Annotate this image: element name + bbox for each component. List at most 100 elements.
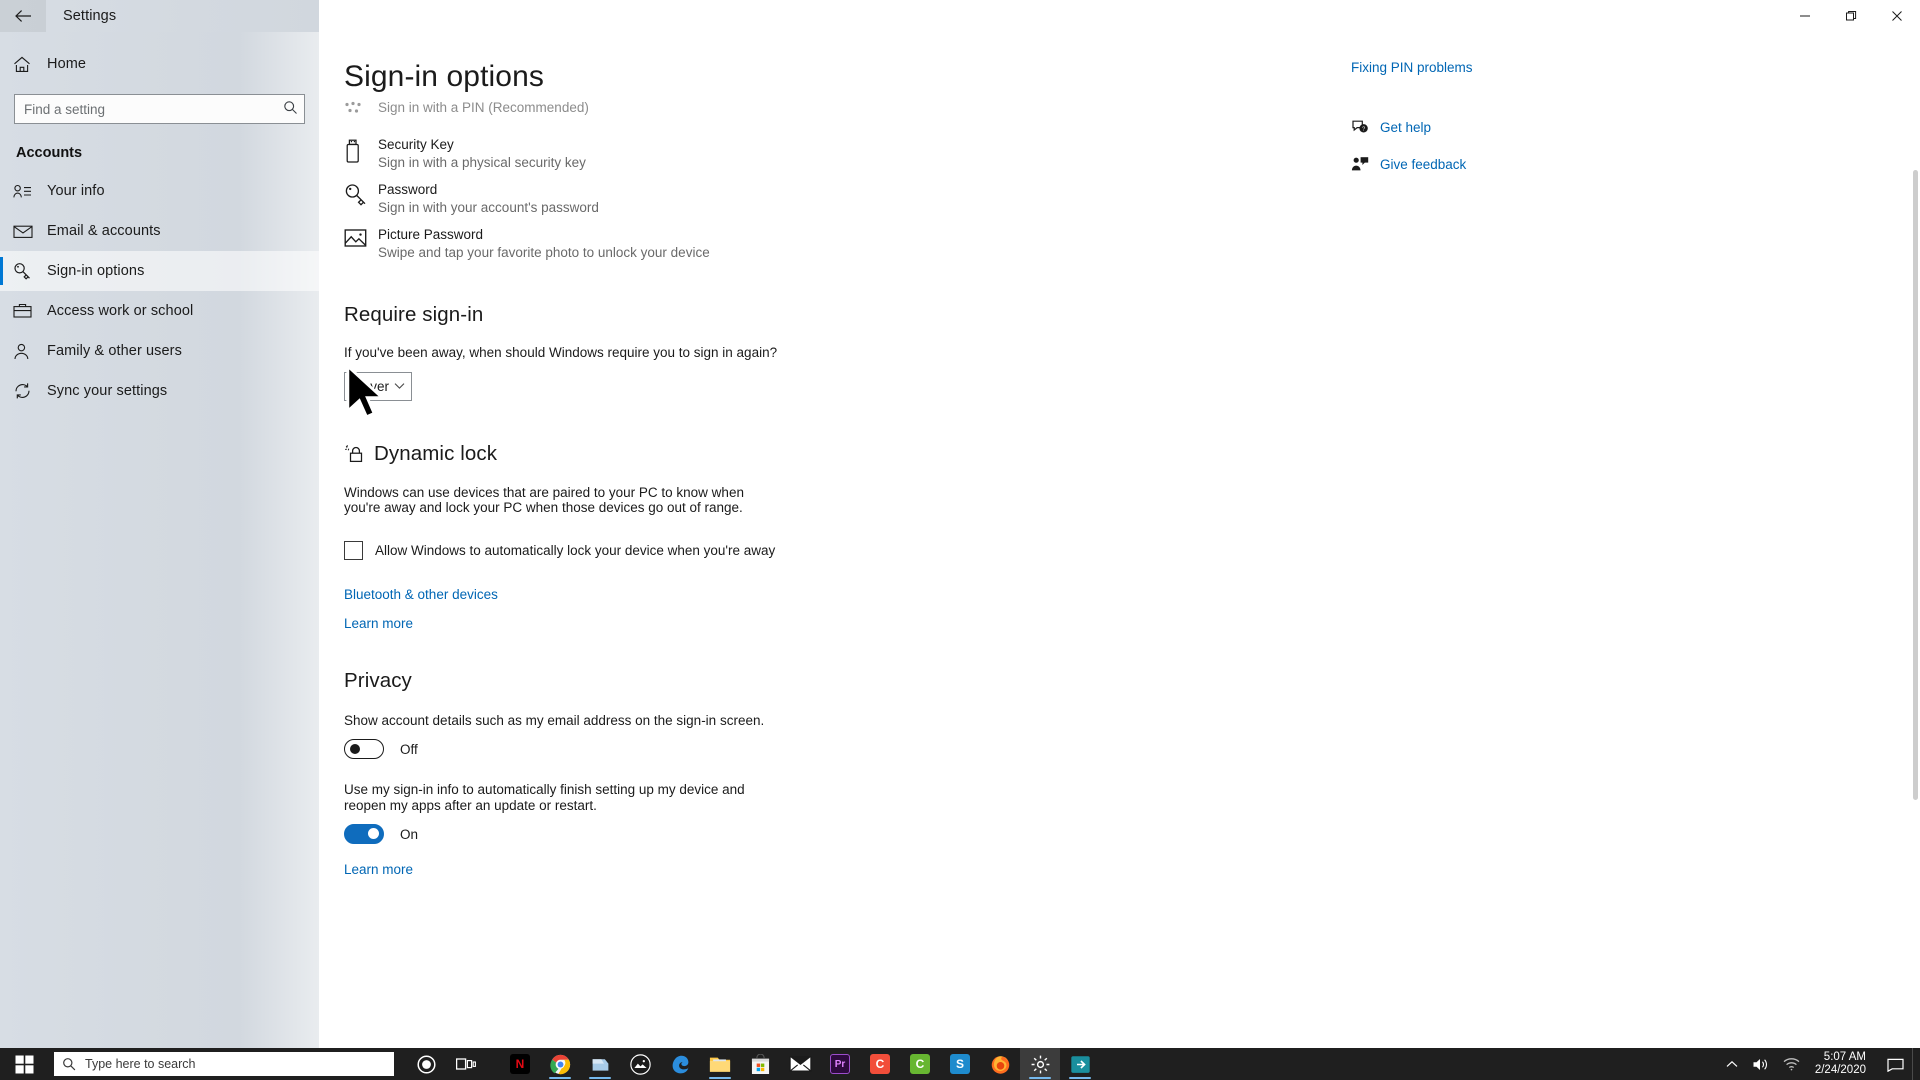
- task-view-button[interactable]: [446, 1048, 486, 1080]
- camtasia-icon: C: [870, 1054, 890, 1074]
- usb-security-key-icon: [344, 136, 378, 164]
- rail-item-label: Give feedback: [1380, 156, 1467, 172]
- signin-option-subtitle: Sign in with a physical security key: [378, 155, 586, 170]
- app-running-indicator: [589, 1077, 611, 1079]
- privacy-setting2-line2: reopen my apps after an update or restar…: [344, 797, 597, 813]
- search-input[interactable]: [14, 94, 305, 124]
- maximize-button[interactable]: [1828, 0, 1874, 32]
- sidebar: Home Accounts Your info: [0, 32, 319, 1048]
- sidebar-item-home[interactable]: Home: [0, 44, 319, 84]
- taskbar-app-chrome[interactable]: [540, 1048, 580, 1080]
- sidebar-item-sync-settings[interactable]: Sync your settings: [0, 371, 319, 411]
- signin-option-picture-password[interactable]: Picture Password Swipe and tap your favo…: [344, 226, 1920, 262]
- dynamic-lock-section: Dynamic lock Windows can use devices tha…: [344, 442, 1920, 633]
- window-title: Settings: [63, 8, 117, 24]
- tray-network-button[interactable]: [1776, 1048, 1807, 1080]
- settings-gear-icon: [1031, 1055, 1049, 1073]
- taskbar-app-file-explorer[interactable]: [700, 1048, 740, 1080]
- taskbar-search[interactable]: Type here to search: [54, 1052, 394, 1076]
- sidebar-item-label: Your info: [47, 183, 105, 199]
- taskbar: Type here to search N Pr C C S 5:07 AM 2…: [0, 1048, 1920, 1080]
- bluetooth-other-devices-link[interactable]: Bluetooth & other devices: [344, 587, 498, 602]
- taskbar-app-netflix[interactable]: N: [500, 1048, 540, 1080]
- key-icon: [13, 261, 37, 281]
- teal-app-icon: [1070, 1055, 1090, 1073]
- taskbar-clock[interactable]: 5:07 AM 2/24/2020: [1807, 1048, 1878, 1080]
- signin-option-title: Sign in with a PIN (Recommended): [378, 100, 589, 115]
- taskbar-app-edge[interactable]: [660, 1048, 700, 1080]
- signin-option-title: Security Key: [378, 137, 454, 152]
- cortana-circle-icon: [416, 1054, 436, 1074]
- feedback-icon: [1351, 156, 1369, 172]
- sidebar-home-label: Home: [47, 56, 87, 72]
- clock-date: 2/24/2020: [1814, 1064, 1866, 1076]
- clock-time: 5:07 AM: [1823, 1051, 1866, 1063]
- require-signin-dropdown[interactable]: Never: [344, 371, 412, 401]
- privacy-setting1-state: Off: [400, 741, 418, 757]
- firefox-icon: [991, 1055, 1009, 1074]
- taskbar-app-mail[interactable]: [780, 1048, 820, 1080]
- action-center-icon: [1886, 1058, 1904, 1072]
- taskbar-app-mountain[interactable]: [620, 1048, 660, 1080]
- signin-option-password[interactable]: Password Sign in with your account's pas…: [344, 181, 1920, 217]
- show-account-details-toggle[interactable]: [344, 739, 384, 759]
- taskbar-app-teal[interactable]: [1060, 1048, 1100, 1080]
- taskbar-app-camtasia[interactable]: C: [860, 1048, 900, 1080]
- taskbar-app-microsoft-store[interactable]: [740, 1048, 780, 1080]
- right-rail: Fixing PIN problems ? Get help Give feed…: [1351, 60, 1651, 178]
- minimize-button[interactable]: [1782, 0, 1828, 32]
- user-info-icon: [13, 181, 37, 201]
- key-icon: [344, 181, 378, 207]
- cortana-button[interactable]: [406, 1048, 446, 1080]
- signin-option-pin[interactable]: Sign in with a PIN (Recommended): [344, 98, 1920, 124]
- sync-icon: [13, 381, 37, 401]
- sidebar-item-family-other-users[interactable]: Family & other users: [0, 331, 319, 371]
- windows-start-icon: [15, 1055, 33, 1073]
- scrollbar-thumb[interactable]: [1913, 170, 1918, 800]
- app-running-indicator: [1029, 1077, 1051, 1079]
- taskbar-app-firefox[interactable]: [980, 1048, 1020, 1080]
- start-button[interactable]: [0, 1048, 48, 1080]
- search-icon: [63, 1058, 76, 1071]
- dynamic-lock-checkbox[interactable]: [344, 540, 363, 560]
- camtasia-green-icon: C: [910, 1054, 930, 1074]
- show-desktop-button[interactable]: [1912, 1048, 1920, 1080]
- dynamic-lock-learn-more-link[interactable]: Learn more: [344, 616, 413, 631]
- sidebar-item-access-work-school[interactable]: Access work or school: [0, 291, 319, 331]
- signin-option-subtitle: Sign in with your account's password: [378, 200, 599, 215]
- sidebar-item-sign-in-options[interactable]: Sign-in options: [0, 251, 319, 291]
- minimize-icon: [1800, 15, 1810, 17]
- sidebar-item-email-accounts[interactable]: Email & accounts: [0, 211, 319, 251]
- store-icon: [751, 1053, 769, 1074]
- privacy-learn-more-link[interactable]: Learn more: [344, 862, 413, 877]
- window-controls: [319, 0, 1920, 32]
- dynamic-lock-checkbox-row[interactable]: Allow Windows to automatically lock your…: [344, 540, 1920, 560]
- content-scrollbar[interactable]: [1910, 32, 1920, 1048]
- sidebar-item-your-info[interactable]: Your info: [0, 171, 319, 211]
- chrome-icon: [549, 1054, 570, 1074]
- taskbar-app-camtasia-green[interactable]: C: [900, 1048, 940, 1080]
- signin-methods-list: Sign in with a PIN (Recommended) Securit…: [344, 98, 1920, 262]
- sidebar-item-label: Sign-in options: [47, 263, 145, 279]
- chevron-down-icon: [394, 383, 405, 389]
- get-help-link[interactable]: ? Get help: [1351, 113, 1651, 141]
- settings-window: Settings Home Find a setting Accounts Yo…: [0, 0, 1920, 1080]
- close-button[interactable]: [1874, 0, 1920, 32]
- home-icon: [13, 54, 37, 74]
- require-signin-heading: Require sign-in: [344, 303, 484, 326]
- fixing-pin-problems-link[interactable]: Fixing PIN problems: [1351, 60, 1651, 75]
- dynamic-lock-description-line2: you're away and lock your PC when those …: [344, 500, 743, 515]
- tray-volume-button[interactable]: [1745, 1048, 1776, 1080]
- give-feedback-link[interactable]: Give feedback: [1351, 150, 1651, 178]
- action-center-button[interactable]: [1878, 1048, 1912, 1080]
- signin-option-security-key[interactable]: Security Key Sign in with a physical sec…: [344, 136, 1920, 172]
- taskbar-app-onedrive[interactable]: [580, 1048, 620, 1080]
- use-signin-info-toggle[interactable]: [344, 824, 384, 844]
- sidebar-item-label: Access work or school: [47, 303, 194, 319]
- back-button[interactable]: [0, 0, 46, 32]
- privacy-setting2-state: On: [400, 826, 419, 842]
- taskbar-app-snagit[interactable]: S: [940, 1048, 980, 1080]
- tray-show-hidden-icons-button[interactable]: [1719, 1048, 1745, 1080]
- taskbar-app-settings[interactable]: [1020, 1048, 1060, 1080]
- taskbar-app-premiere-pro[interactable]: Pr: [820, 1048, 860, 1080]
